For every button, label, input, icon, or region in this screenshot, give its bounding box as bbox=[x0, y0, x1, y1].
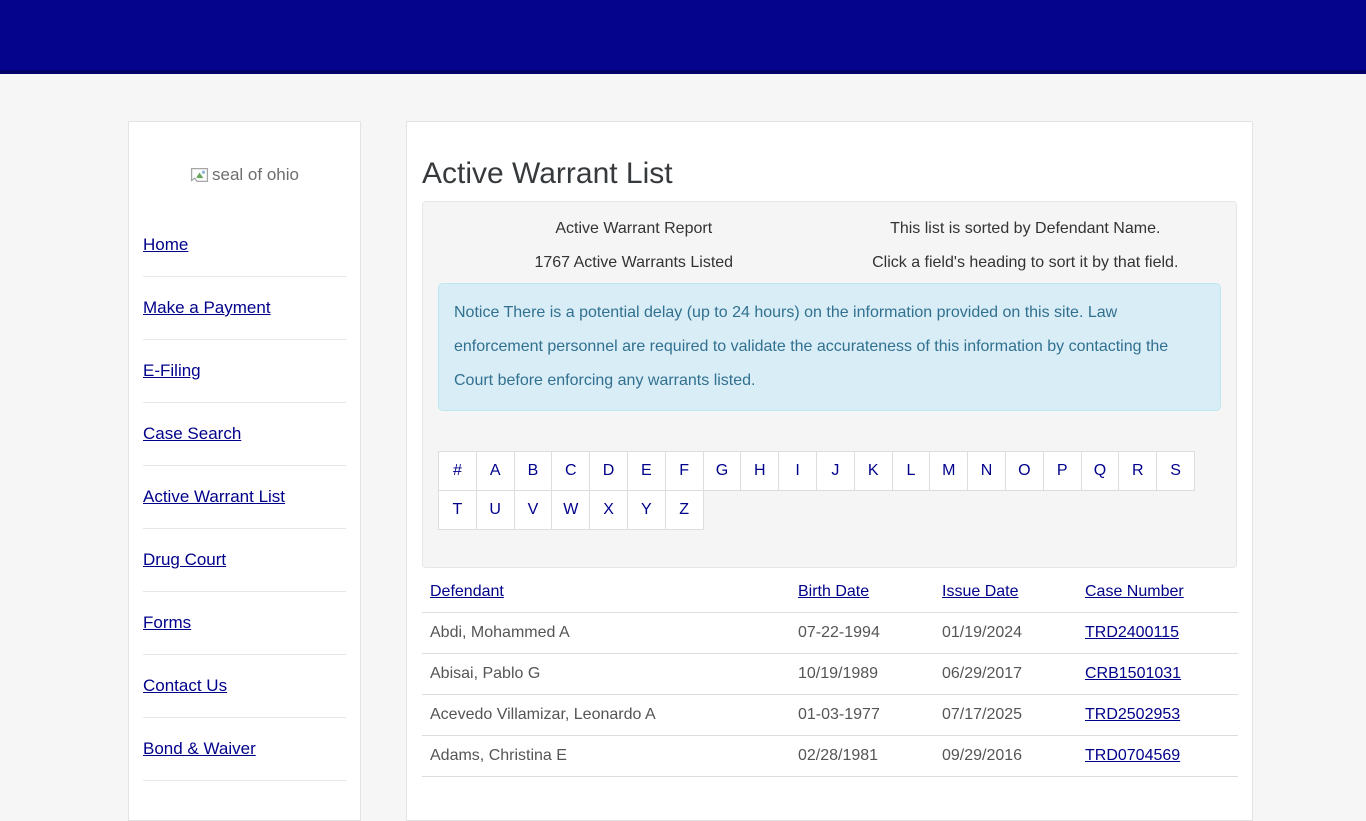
alphabet-button-k[interactable]: K bbox=[854, 451, 893, 491]
table-row: Acevedo Villamizar, Leonardo A01-03-1977… bbox=[422, 695, 1238, 736]
cell-birth-date: 10/19/1989 bbox=[790, 654, 934, 695]
cell-issue-date: 01/19/2024 bbox=[934, 613, 1077, 654]
top-header-bar bbox=[0, 0, 1366, 74]
cell-issue-date: 06/29/2017 bbox=[934, 654, 1077, 695]
cell-birth-date: 01-03-1977 bbox=[790, 695, 934, 736]
alphabet-button-w[interactable]: W bbox=[551, 490, 590, 530]
sidebar-link[interactable]: E-Filing bbox=[143, 361, 201, 380]
sort-instructions: This list is sorted by Defendant Name. C… bbox=[830, 212, 1222, 280]
seal-alt-text: seal of ohio bbox=[212, 165, 299, 185]
alphabet-button-c[interactable]: C bbox=[551, 451, 590, 491]
column-header-birth-date: Birth Date bbox=[790, 572, 934, 613]
sort-link[interactable]: Birth Date bbox=[798, 583, 869, 600]
sidebar-nav-list: Home Make a Payment E-Filing Case Search Act… bbox=[143, 214, 346, 781]
cell-case-number: TRD2400115 bbox=[1077, 613, 1238, 654]
case-number-link[interactable]: TRD0704569 bbox=[1085, 747, 1180, 764]
column-header-issue-date: Issue Date bbox=[934, 572, 1077, 613]
broken-image-icon bbox=[190, 167, 209, 183]
cell-case-number: TRD2502953 bbox=[1077, 695, 1238, 736]
cell-defendant: Abdi, Mohammed A bbox=[422, 613, 790, 654]
table-header-row: Defendant Birth Date Issue Date Case Number bbox=[422, 572, 1238, 613]
sidebar-item-make-a-payment[interactable]: Make a Payment bbox=[143, 277, 346, 340]
case-number-link[interactable]: TRD2400115 bbox=[1085, 624, 1179, 641]
sort-link[interactable]: Issue Date bbox=[942, 583, 1018, 600]
sidebar-link[interactable]: Drug Court bbox=[143, 550, 226, 569]
table-row: Abisai, Pablo G10/19/198906/29/2017 CRB15… bbox=[422, 654, 1238, 695]
column-header-case-number: Case Number bbox=[1077, 572, 1238, 613]
sort-link[interactable]: Defendant bbox=[430, 583, 504, 600]
sidebar-link[interactable]: Bond & Waiver bbox=[143, 739, 256, 758]
cell-case-number: TRD0704569 bbox=[1077, 736, 1238, 777]
sidebar-item-forms[interactable]: Forms bbox=[143, 592, 346, 655]
sort-link[interactable]: Case Number bbox=[1085, 583, 1184, 600]
warrant-count: 1767 Active Warrants Listed bbox=[438, 246, 830, 280]
alphabet-button-v[interactable]: V bbox=[514, 490, 553, 530]
alphabet-button-z[interactable]: Z bbox=[665, 490, 704, 530]
column-header-defendant: Defendant bbox=[422, 572, 790, 613]
alphabet-button-s[interactable]: S bbox=[1156, 451, 1195, 491]
alphabet-button-j[interactable]: J bbox=[816, 451, 855, 491]
cell-issue-date: 07/17/2025 bbox=[934, 695, 1077, 736]
alphabet-button-x[interactable]: X bbox=[589, 490, 628, 530]
sidebar-item-e-filing[interactable]: E-Filing bbox=[143, 340, 346, 403]
cell-birth-date: 07-22-1994 bbox=[790, 613, 934, 654]
alphabet-button-f[interactable]: F bbox=[665, 451, 704, 491]
alphabet-button-i[interactable]: I bbox=[778, 451, 817, 491]
sort-line-1: This list is sorted by Defendant Name. bbox=[830, 212, 1222, 246]
sidebar-item-bond-waiver[interactable]: Bond & Waiver bbox=[143, 718, 346, 781]
alphabet-button-hash[interactable]: # bbox=[438, 451, 477, 491]
sidebar-link[interactable]: Case Search bbox=[143, 424, 241, 443]
sidebar-link[interactable]: Home bbox=[143, 235, 188, 254]
sidebar-link[interactable]: Contact Us bbox=[143, 676, 227, 695]
table-row: Adams, Christina E02/28/198109/29/2016 TR… bbox=[422, 736, 1238, 777]
delay-notice-alert: Notice There is a potential delay (up to… bbox=[438, 283, 1221, 411]
alphabet-button-r[interactable]: R bbox=[1118, 451, 1157, 491]
alphabet-button-e[interactable]: E bbox=[627, 451, 666, 491]
main-content-card: Active Warrant List Active Warrant Repor… bbox=[406, 121, 1253, 821]
sidebar-link[interactable]: Forms bbox=[143, 613, 191, 632]
alphabet-button-q[interactable]: Q bbox=[1081, 451, 1120, 491]
case-number-link[interactable]: TRD2502953 bbox=[1085, 706, 1180, 723]
sidebar-item-contact-us[interactable]: Contact Us bbox=[143, 655, 346, 718]
warrant-table: Defendant Birth Date Issue Date Case Number… bbox=[422, 572, 1238, 777]
alphabet-button-u[interactable]: U bbox=[476, 490, 515, 530]
page-title: Active Warrant List bbox=[422, 159, 1237, 189]
alphabet-button-p[interactable]: P bbox=[1043, 451, 1082, 491]
alphabet-filter: #ABCDEFGHIJKLMNOPQRS TUVWXYZ bbox=[438, 451, 1222, 529]
summary-columns: Active Warrant Report 1767 Active Warran… bbox=[438, 212, 1221, 280]
report-summary: Active Warrant Report 1767 Active Warran… bbox=[438, 212, 830, 280]
seal-of-ohio-broken-image: seal of ohio bbox=[143, 136, 346, 214]
sidebar-link[interactable]: Active Warrant List bbox=[143, 487, 285, 506]
sidebar: seal of ohio Home Make a Payment E-Filing C… bbox=[128, 121, 361, 821]
alphabet-button-y[interactable]: Y bbox=[627, 490, 666, 530]
cell-defendant: Abisai, Pablo G bbox=[422, 654, 790, 695]
sidebar-item-drug-court[interactable]: Drug Court bbox=[143, 529, 346, 592]
table-row: Abdi, Mohammed A07-22-199401/19/2024 TRD2… bbox=[422, 613, 1238, 654]
alphabet-button-b[interactable]: B bbox=[514, 451, 553, 491]
cell-issue-date: 09/29/2016 bbox=[934, 736, 1077, 777]
alphabet-button-a[interactable]: A bbox=[476, 451, 515, 491]
alphabet-button-n[interactable]: N bbox=[967, 451, 1006, 491]
report-title: Active Warrant Report bbox=[438, 212, 830, 246]
case-number-link[interactable]: CRB1501031 bbox=[1085, 665, 1181, 682]
cell-defendant: Adams, Christina E bbox=[422, 736, 790, 777]
cell-defendant: Acevedo Villamizar, Leonardo A bbox=[422, 695, 790, 736]
alphabet-button-m[interactable]: M bbox=[929, 451, 968, 491]
alphabet-button-l[interactable]: L bbox=[892, 451, 931, 491]
sidebar-link[interactable]: Make a Payment bbox=[143, 298, 271, 317]
alphabet-button-h[interactable]: H bbox=[740, 451, 779, 491]
sidebar-item-active-warrant-list[interactable]: Active Warrant List bbox=[143, 466, 346, 529]
cell-birth-date: 02/28/1981 bbox=[790, 736, 934, 777]
summary-panel: Active Warrant Report 1767 Active Warran… bbox=[422, 201, 1237, 568]
alphabet-button-d[interactable]: D bbox=[589, 451, 628, 491]
alphabet-button-g[interactable]: G bbox=[703, 451, 742, 491]
sort-line-2: Click a field's heading to sort it by th… bbox=[830, 246, 1222, 280]
sidebar-item-home[interactable]: Home bbox=[143, 214, 346, 277]
cell-case-number: CRB1501031 bbox=[1077, 654, 1238, 695]
alphabet-button-t[interactable]: T bbox=[438, 490, 477, 530]
sidebar-item-case-search[interactable]: Case Search bbox=[143, 403, 346, 466]
alphabet-button-o[interactable]: O bbox=[1005, 451, 1044, 491]
